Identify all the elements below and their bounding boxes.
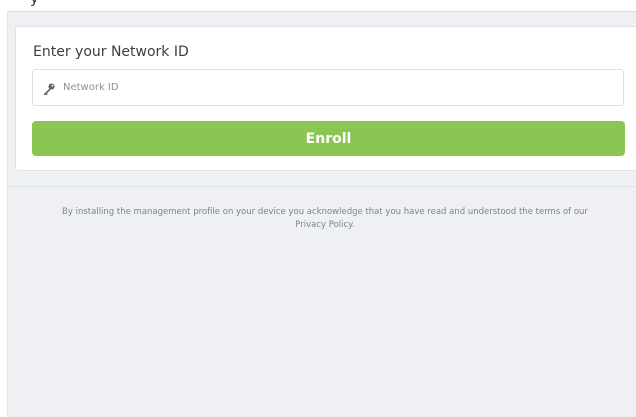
- header-partial-text: y: [30, 0, 39, 7]
- header-strip: y: [0, 0, 636, 11]
- network-id-field[interactable]: [32, 69, 624, 106]
- network-id-input[interactable]: [63, 70, 613, 105]
- key-icon: [42, 81, 56, 96]
- privacy-disclaimer: By installing the management profile on …: [22, 206, 628, 232]
- card-title: Enter your Network ID: [33, 44, 189, 60]
- divider: [7, 186, 636, 187]
- privacy-policy-text: Privacy Policy.: [295, 220, 355, 230]
- enrollment-page: y Enter your Network ID Enroll By instal…: [0, 0, 636, 417]
- enroll-card: Enter your Network ID Enroll: [15, 26, 636, 171]
- enroll-button[interactable]: Enroll: [32, 121, 625, 156]
- disclaimer-text: By installing the management profile on …: [62, 207, 588, 217]
